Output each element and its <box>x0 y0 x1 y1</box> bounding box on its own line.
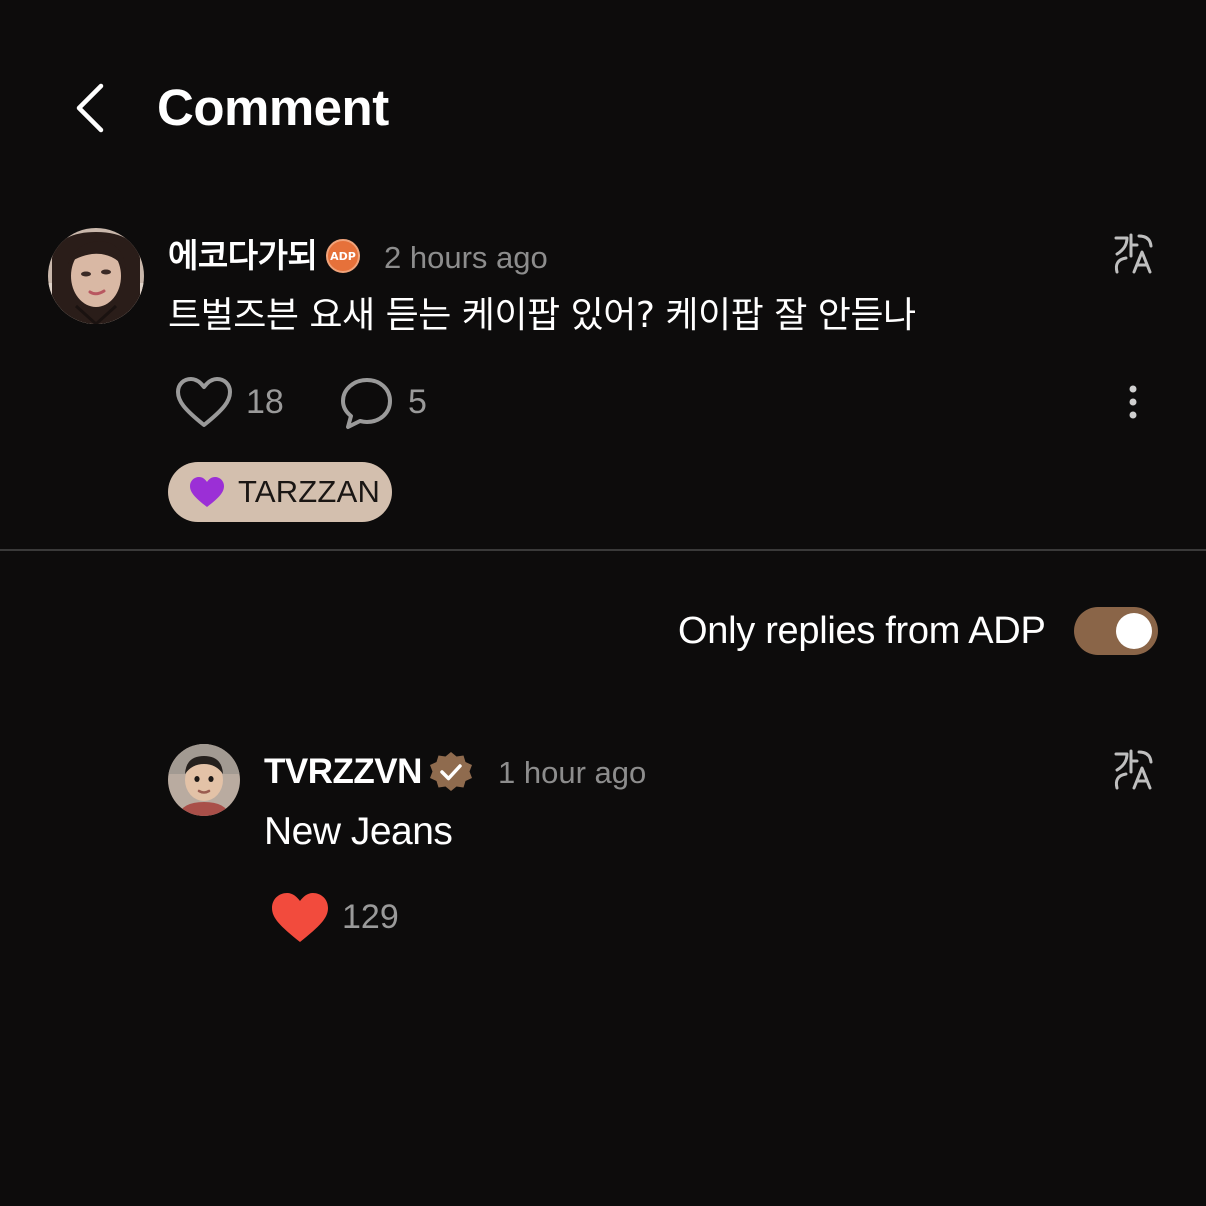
translate-button[interactable] <box>1112 232 1156 276</box>
heart-outline-icon <box>176 377 232 427</box>
more-vertical-icon <box>1129 385 1137 419</box>
adp-badge-label: ADP <box>330 249 356 263</box>
back-button[interactable] <box>60 78 120 138</box>
reply-text: New Jeans <box>264 810 453 853</box>
verified-badge-icon <box>428 750 474 796</box>
speech-bubble-icon <box>341 378 392 429</box>
chevron-left-icon <box>76 83 104 133</box>
reply-like-count: 129 <box>342 898 399 936</box>
more-options-button[interactable] <box>1118 382 1148 422</box>
page-title: Comment <box>157 79 389 136</box>
comment-text: 트벌즈븐 요새 듣는 케이팝 있어? 케이팝 잘 안듣나 <box>168 295 916 336</box>
tag-label: TARZZAN <box>238 474 381 509</box>
translate-icon <box>1114 233 1153 274</box>
comment-username[interactable]: 에코다가되 <box>168 234 318 278</box>
reply-translate-button[interactable] <box>1112 748 1156 792</box>
heart-filled-icon <box>272 893 328 942</box>
heart-filled-icon <box>190 477 224 507</box>
translate-icon <box>1114 749 1153 790</box>
toggle-knob <box>1116 613 1152 649</box>
like-button[interactable] <box>174 375 234 431</box>
reply-username[interactable]: TVRZZVN <box>264 750 422 794</box>
comment-timestamp: 2 hours ago <box>384 240 548 275</box>
reply-button[interactable] <box>338 375 396 431</box>
divider <box>0 549 1206 551</box>
reply-avatar-image <box>168 744 240 816</box>
avatar[interactable] <box>48 228 144 324</box>
avatar-image <box>48 228 144 324</box>
like-count: 18 <box>246 383 284 421</box>
fan-tag-chip[interactable]: TARZZAN <box>168 462 392 522</box>
filter-label: Only replies from ADP <box>678 610 1046 652</box>
reply-like-button[interactable] <box>270 890 330 946</box>
reply-count: 5 <box>408 383 427 421</box>
reply-timestamp: 1 hour ago <box>498 755 647 790</box>
adp-badge-icon: ADP <box>326 239 360 273</box>
adp-replies-toggle[interactable] <box>1074 607 1158 655</box>
reply-avatar[interactable] <box>168 744 240 816</box>
